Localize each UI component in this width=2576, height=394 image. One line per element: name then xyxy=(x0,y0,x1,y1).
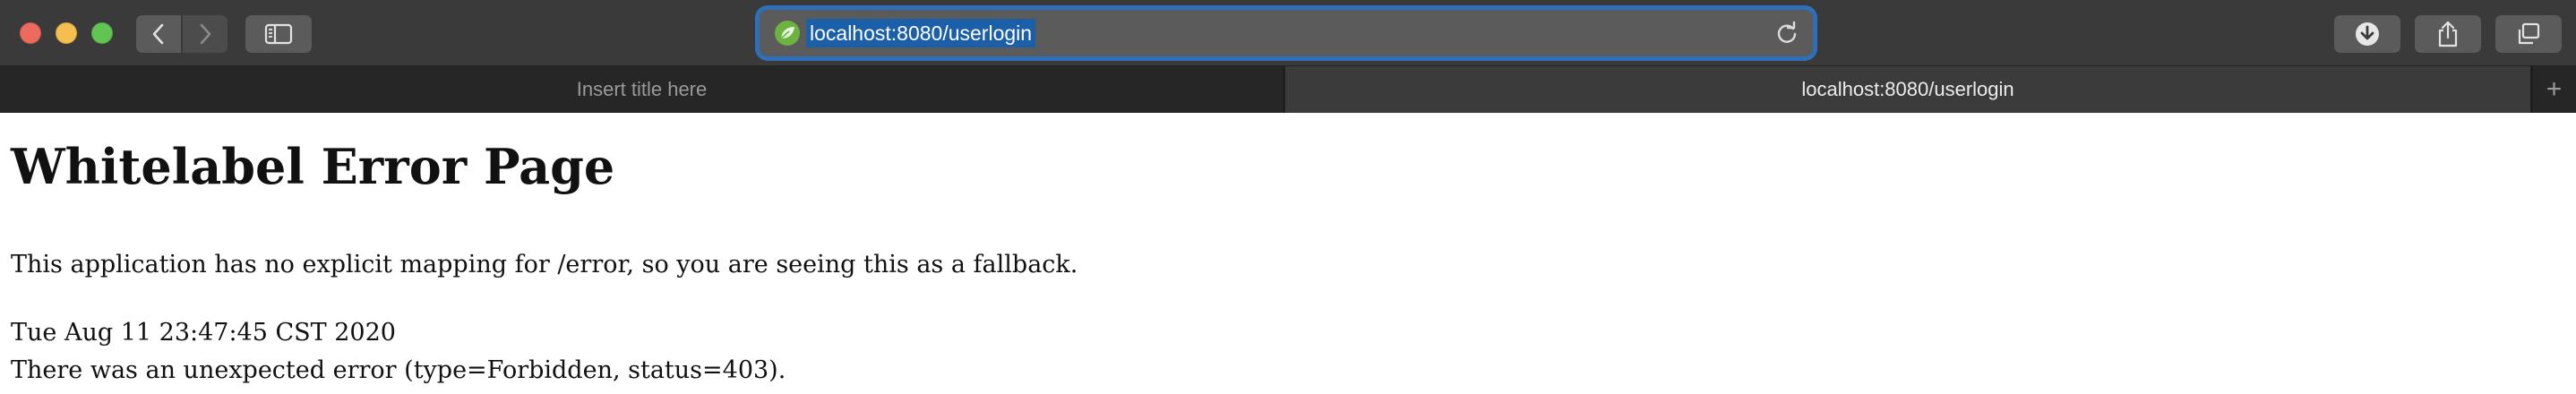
chevron-right-icon xyxy=(200,23,211,45)
close-window-button[interactable] xyxy=(20,22,41,44)
reload-button[interactable] xyxy=(1773,20,1800,47)
tab-userlogin[interactable]: localhost:8080/userlogin xyxy=(1285,66,2530,113)
share-icon xyxy=(2438,21,2458,47)
tab-bar: Insert title here localhost:8080/userlog… xyxy=(0,66,2576,113)
maximize-window-button[interactable] xyxy=(91,22,113,44)
tab-overview-button[interactable] xyxy=(2495,15,2562,53)
page-content: Whitelabel Error Page This application h… xyxy=(0,113,2576,394)
reload-icon xyxy=(1777,21,1797,43)
address-bar[interactable]: localhost:8080/userlogin xyxy=(760,10,1813,56)
back-button[interactable] xyxy=(136,15,181,53)
tab-label: Insert title here xyxy=(576,78,708,100)
tab-insert-title[interactable]: Insert title here xyxy=(0,66,1284,113)
url-field[interactable]: localhost:8080/userlogin xyxy=(806,19,1036,47)
page-title: Whitelabel Error Page xyxy=(11,138,615,195)
tab-overview-icon xyxy=(2518,22,2540,45)
error-message: This application has no explicit mapping… xyxy=(11,251,1078,278)
error-detail: There was an unexpected error (type=Forb… xyxy=(11,356,786,384)
new-tab-button[interactable]: + xyxy=(2531,66,2576,113)
forward-button[interactable] xyxy=(183,15,228,53)
sidebar-toggle-button[interactable] xyxy=(245,15,312,53)
plus-icon: + xyxy=(2546,74,2563,104)
error-timestamp: Tue Aug 11 23:47:45 CST 2020 xyxy=(11,319,396,347)
download-icon xyxy=(2356,22,2379,46)
tab-label: localhost:8080/userlogin xyxy=(1801,78,2014,100)
minimize-window-button[interactable] xyxy=(56,22,77,44)
sidebar-icon xyxy=(264,23,293,45)
spring-leaf-icon xyxy=(775,21,800,46)
share-button[interactable] xyxy=(2415,15,2481,53)
downloads-button[interactable] xyxy=(2334,15,2400,53)
chevron-left-icon xyxy=(152,23,164,45)
browser-toolbar: localhost:8080/userlogin xyxy=(0,0,2576,66)
